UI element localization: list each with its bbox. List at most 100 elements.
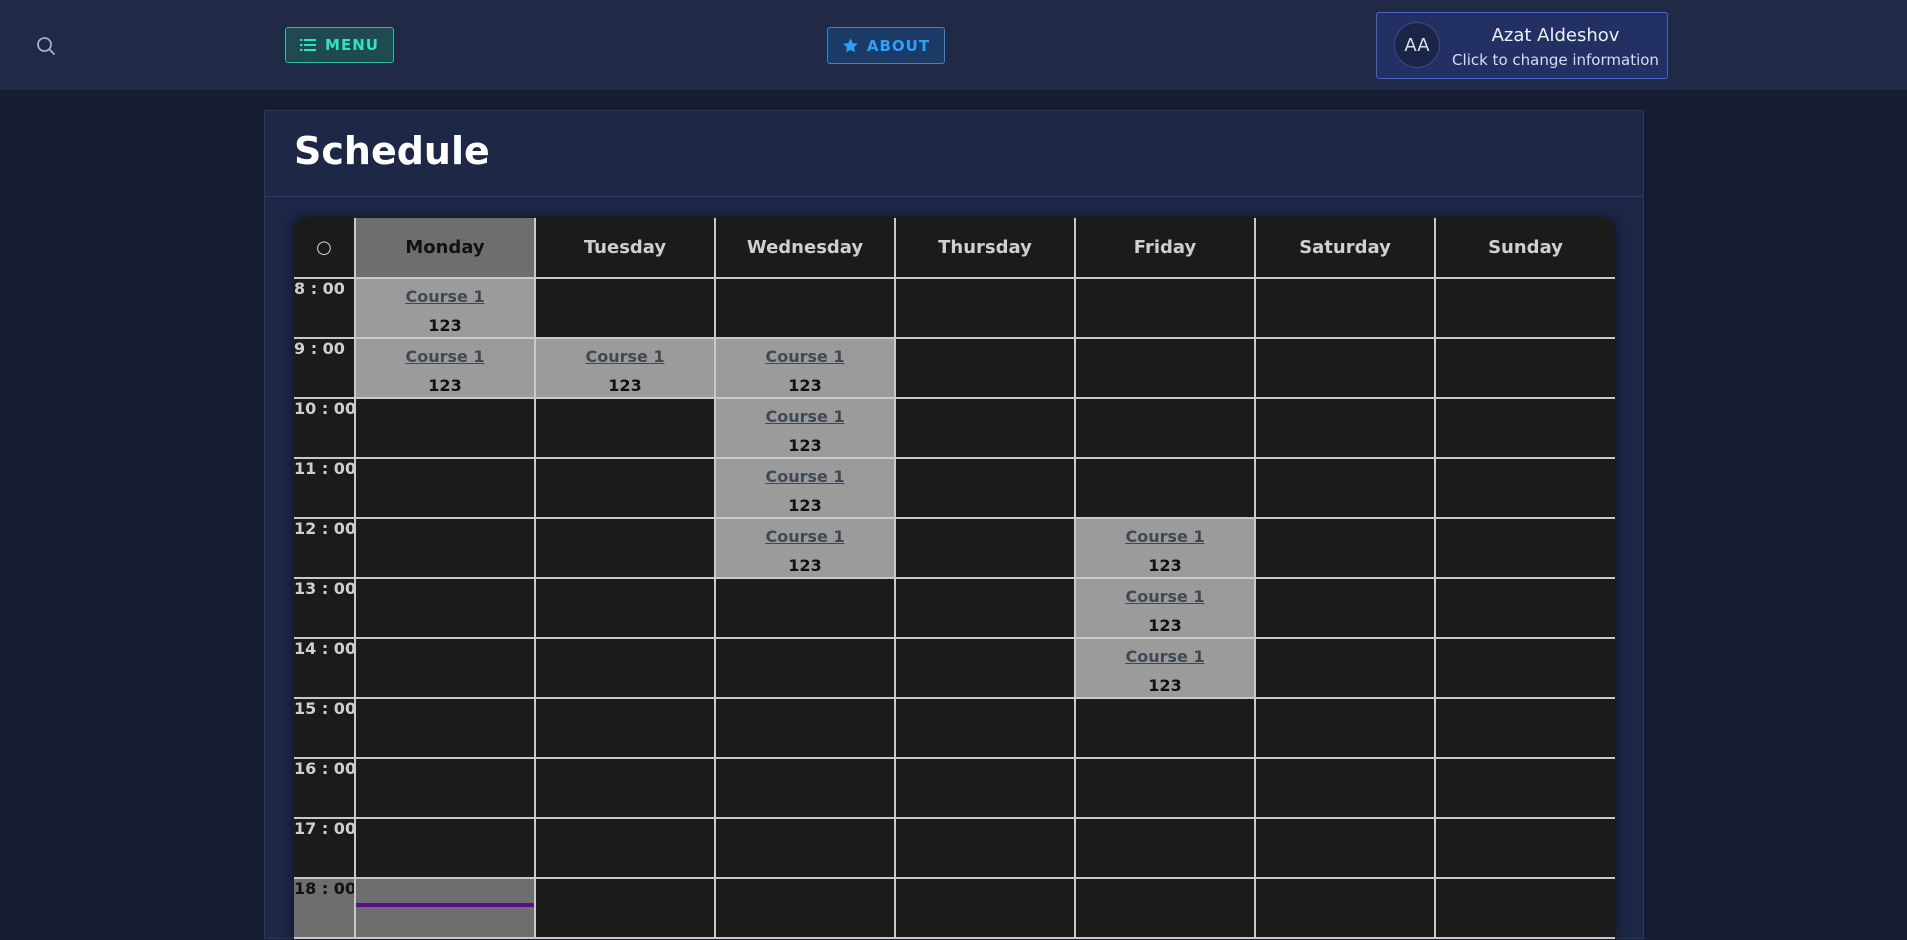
empty-slot [1434, 877, 1615, 939]
current-time-indicator [356, 903, 534, 907]
course-link[interactable]: Course 1 [716, 467, 894, 486]
schedule-row: 12 : 00 Course 1 123 Course 1 123 [294, 517, 1615, 579]
empty-slot [1254, 577, 1436, 639]
room-number: 123 [428, 375, 462, 395]
time-label: 17 : 00 [294, 817, 356, 879]
about-button-label: ABOUT [866, 36, 931, 55]
title-divider [265, 196, 1643, 197]
empty-slot [534, 637, 716, 699]
day-header-sunday: Sunday [1434, 218, 1615, 279]
empty-slot [1434, 517, 1615, 579]
empty-slot [894, 277, 1076, 339]
empty-slot [1254, 697, 1436, 759]
time-label: 16 : 00 [294, 757, 356, 819]
time-label: 12 : 00 [294, 517, 356, 579]
empty-slot [1434, 817, 1615, 879]
empty-slot [714, 277, 896, 339]
empty-slot [1254, 277, 1436, 339]
empty-slot [894, 577, 1076, 639]
course-link[interactable]: Course 1 [1076, 527, 1254, 546]
time-label: 13 : 00 [294, 577, 356, 639]
empty-slot [354, 757, 536, 819]
empty-slot [1434, 337, 1615, 399]
empty-slot [1074, 817, 1256, 879]
course-cell: Course 1 123 [534, 337, 716, 399]
schedule-row: 9 : 00 Course 1 123 Course 1 123 Course 1 123 [294, 337, 1615, 399]
empty-slot [534, 517, 716, 579]
menu-button-label: MENU [325, 36, 379, 54]
course-link[interactable]: Course 1 [716, 347, 894, 366]
search-icon [37, 37, 55, 55]
corner-cell: ○ [294, 218, 356, 279]
day-header-thursday: Thursday [894, 218, 1076, 279]
course-link[interactable]: Course 1 [356, 287, 534, 306]
course-link[interactable]: Course 1 [716, 407, 894, 426]
empty-slot [354, 517, 536, 579]
empty-slot [534, 397, 716, 459]
empty-slot [1074, 337, 1256, 399]
empty-slot [1074, 397, 1256, 459]
room-number: 123 [608, 375, 642, 395]
empty-slot [1434, 697, 1615, 759]
course-link[interactable]: Course 1 [536, 347, 714, 366]
empty-slot [1074, 697, 1256, 759]
empty-slot [534, 697, 716, 759]
room-number: 123 [1148, 555, 1182, 575]
empty-slot [1254, 757, 1436, 819]
room-number: 123 [788, 375, 822, 395]
schedule-row: 11 : 00 Course 1 123 [294, 457, 1615, 519]
day-header-saturday: Saturday [1254, 218, 1436, 279]
room-number: 123 [788, 555, 822, 575]
empty-slot [1434, 757, 1615, 819]
course-cell: Course 1 123 [714, 397, 896, 459]
empty-slot [1074, 457, 1256, 519]
room-number: 123 [1148, 615, 1182, 635]
avatar: AA [1394, 22, 1440, 68]
empty-slot [894, 877, 1076, 939]
course-link[interactable]: Course 1 [1076, 587, 1254, 606]
user-profile-button[interactable]: AA Azat Aldeshov Click to change informa… [1376, 12, 1668, 79]
page-title: Schedule [294, 129, 490, 173]
menu-button[interactable]: MENU [285, 27, 394, 63]
time-label: 14 : 00 [294, 637, 356, 699]
schedule-row: 13 : 00 Course 1 123 [294, 577, 1615, 639]
course-cell: Course 1 123 [1074, 577, 1256, 639]
empty-slot [714, 757, 896, 819]
empty-slot [1254, 337, 1436, 399]
schedule-row: 14 : 00 Course 1 123 [294, 637, 1615, 699]
empty-slot [354, 877, 536, 939]
time-label: 18 : 00 [294, 877, 356, 939]
search-button[interactable] [34, 34, 58, 58]
empty-slot [1254, 817, 1436, 879]
top-navigation-bar: MENU ABOUT AA Azat Aldeshov Click to cha… [0, 0, 1907, 90]
day-header-friday: Friday [1074, 218, 1256, 279]
empty-slot [1434, 637, 1615, 699]
schedule-row: 18 : 00 [294, 877, 1615, 939]
empty-slot [894, 757, 1076, 819]
schedule-row: 8 : 00 Course 1 123 [294, 277, 1615, 339]
course-link[interactable]: Course 1 [356, 347, 534, 366]
schedule-panel: Schedule ○ Monday Tuesday Wednesday Thursda… [264, 110, 1644, 939]
course-link[interactable]: Course 1 [716, 527, 894, 546]
schedule-row: 10 : 00 Course 1 123 [294, 397, 1615, 459]
list-icon [300, 39, 317, 51]
empty-slot [714, 877, 896, 939]
empty-slot [354, 817, 536, 879]
room-number: 123 [788, 435, 822, 455]
course-cell: Course 1 123 [714, 517, 896, 579]
user-profile-hint: Click to change information [1452, 51, 1659, 69]
course-cell: Course 1 123 [714, 457, 896, 519]
empty-slot [1254, 517, 1436, 579]
empty-slot [1074, 877, 1256, 939]
empty-slot [534, 577, 716, 639]
about-button[interactable]: ABOUT [827, 27, 945, 64]
empty-slot [354, 457, 536, 519]
empty-slot [894, 817, 1076, 879]
course-cell: Course 1 123 [1074, 637, 1256, 699]
empty-slot [714, 697, 896, 759]
empty-slot [714, 817, 896, 879]
course-cell: Course 1 123 [714, 337, 896, 399]
empty-slot [1434, 457, 1615, 519]
course-link[interactable]: Course 1 [1076, 647, 1254, 666]
empty-slot [894, 637, 1076, 699]
